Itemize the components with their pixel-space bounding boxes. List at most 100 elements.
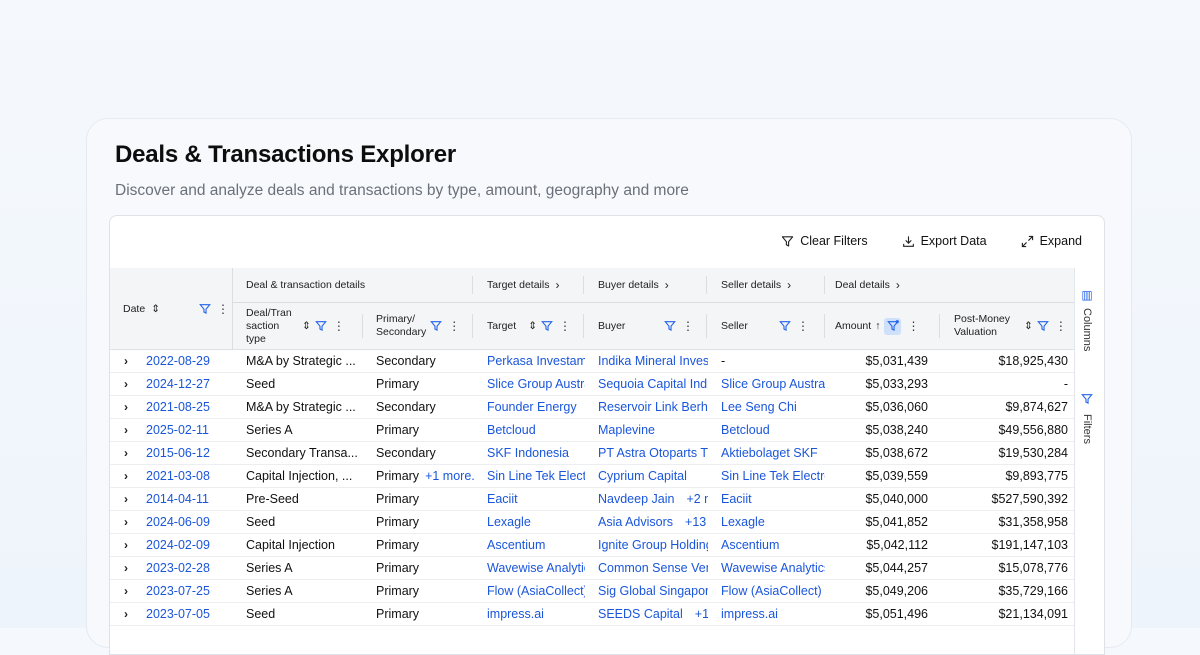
table-row[interactable]: › 2023-02-28 Series A Primary Wavewise Analy…: [110, 557, 1076, 580]
filter-icon[interactable]: [199, 303, 211, 315]
table-row[interactable]: › 2023-07-25 Series A Primary Flow (AsiaColl…: [110, 580, 1076, 603]
cell-seller[interactable]: Eaciit: [721, 488, 825, 511]
filter-icon[interactable]: [430, 320, 443, 332]
table-row[interactable]: › 2021-03-08 Capital Injection, ... Primary…: [110, 465, 1076, 488]
group-seller-details[interactable]: Seller details ›: [721, 268, 791, 302]
filter-icon[interactable]: [314, 320, 327, 332]
cell-seller[interactable]: Flow (AsiaCollect): [721, 580, 825, 603]
expand-row-icon[interactable]: ›: [124, 442, 138, 465]
column-menu-icon[interactable]: ⋮: [333, 319, 345, 333]
table-row[interactable]: › 2024-02-09 Capital Injection Primary Ascen…: [110, 534, 1076, 557]
expand-row-icon[interactable]: ›: [124, 603, 138, 626]
filter-icon[interactable]: [779, 320, 791, 332]
column-menu-icon[interactable]: ⋮: [797, 319, 809, 333]
column-menu-icon[interactable]: ⋮: [217, 302, 229, 316]
column-menu-icon[interactable]: ⋮: [448, 319, 460, 333]
buyer-link[interactable]: Navdeep Jain: [598, 492, 674, 506]
column-primary-secondary[interactable]: Primary/ Secondary ⋮: [376, 302, 460, 350]
table-row[interactable]: › 2021-08-25 M&A by Strategic ... Secondary…: [110, 396, 1076, 419]
filter-active-icon[interactable]: [884, 317, 902, 335]
column-menu-icon[interactable]: ⋮: [682, 319, 694, 333]
expand-button[interactable]: Expand: [1021, 234, 1082, 248]
cell-target[interactable]: Sin Line Tek Electr: [487, 465, 585, 488]
cell-target[interactable]: Ascentium: [487, 534, 585, 557]
buyer-link[interactable]: Cyprium Capital: [598, 469, 687, 483]
column-target[interactable]: Target ⇕ ⋮: [487, 302, 571, 350]
expand-row-icon[interactable]: ›: [124, 580, 138, 603]
buyer-link[interactable]: Sig Global Singapore: [598, 584, 708, 598]
buyer-link[interactable]: Common Sense Vent: [598, 561, 708, 575]
filter-icon[interactable]: [664, 320, 676, 332]
expand-row-icon[interactable]: ›: [124, 511, 138, 534]
column-menu-icon[interactable]: ⋮: [907, 319, 919, 333]
table-row[interactable]: › 2023-07-05 Seed Primary impress.ai SEEDS Ca…: [110, 603, 1076, 626]
expand-row-icon[interactable]: ›: [124, 373, 138, 396]
table-row[interactable]: › 2015-06-12 Secondary Transa... Secondary S…: [110, 442, 1076, 465]
cell-seller[interactable]: Aktiebolaget SKF: [721, 442, 825, 465]
buyer-link[interactable]: Ignite Group Holdings: [598, 538, 708, 552]
cell-seller[interactable]: Slice Group Austral: [721, 373, 825, 396]
cell-seller[interactable]: Lexagle: [721, 511, 825, 534]
buyer-link[interactable]: Indika Mineral Investi: [598, 354, 708, 368]
buyer-link[interactable]: Maplevine: [598, 423, 655, 437]
group-deal-info[interactable]: Deal details ›: [835, 268, 900, 302]
filter-icon[interactable]: [1036, 320, 1049, 332]
column-buyer[interactable]: Buyer ⋮: [598, 302, 694, 350]
columns-panel-toggle[interactable]: ▥ Columns: [1081, 288, 1093, 351]
cell-target[interactable]: Lexagle: [487, 511, 585, 534]
sort-icon[interactable]: ⇕: [528, 320, 537, 333]
expand-row-icon[interactable]: ›: [124, 557, 138, 580]
cell-seller[interactable]: Ascentium: [721, 534, 825, 557]
expand-row-icon[interactable]: ›: [124, 488, 138, 511]
cell-seller[interactable]: impress.ai: [721, 603, 825, 626]
clear-filters-button[interactable]: Clear Filters: [781, 234, 868, 248]
table-row[interactable]: › 2014-04-11 Pre-Seed Primary Eaciit Navdeep …: [110, 488, 1076, 511]
column-amount[interactable]: Amount ↑ ⋮: [835, 302, 928, 350]
column-menu-icon[interactable]: ⋮: [559, 319, 571, 333]
cell-target[interactable]: Betcloud: [487, 419, 585, 442]
cell-target[interactable]: Eaciit: [487, 488, 585, 511]
sort-icon[interactable]: ⇕: [302, 320, 311, 333]
table-row[interactable]: › 2024-06-09 Seed Primary Lexagle Asia Adviso…: [110, 511, 1076, 534]
cell-target[interactable]: Perkasa Investama: [487, 350, 585, 373]
cell-seller[interactable]: Betcloud: [721, 419, 825, 442]
cell-seller[interactable]: Wavewise Analytics: [721, 557, 825, 580]
column-type[interactable]: Deal/Tran saction type ⇕ ⋮: [246, 302, 350, 350]
cell-target[interactable]: Founder Energy: [487, 396, 585, 419]
more-link[interactable]: +1 more...: [425, 469, 474, 483]
expand-row-icon[interactable]: ›: [124, 350, 138, 373]
expand-row-icon[interactable]: ›: [124, 419, 138, 442]
cell-target[interactable]: impress.ai: [487, 603, 585, 626]
table-row[interactable]: › 2024-12-27 Seed Primary Slice Group Austra…: [110, 373, 1076, 396]
group-deal-details[interactable]: Deal & transaction details: [246, 268, 365, 302]
buyer-link[interactable]: Sequoia Capital India: [598, 377, 708, 391]
export-data-button[interactable]: Export Data: [902, 234, 987, 248]
cell-target[interactable]: Flow (AsiaCollect): [487, 580, 585, 603]
expand-row-icon[interactable]: ›: [124, 534, 138, 557]
cell-target[interactable]: Wavewise Analytic: [487, 557, 585, 580]
filters-panel-toggle[interactable]: Filters: [1081, 393, 1093, 444]
sort-icon[interactable]: ⇕: [151, 303, 160, 316]
sort-icon[interactable]: ⇕: [1024, 320, 1033, 333]
buyer-link[interactable]: Asia Advisors: [598, 515, 673, 529]
buyer-link[interactable]: PT Astra Otoparts Tb: [598, 446, 708, 460]
more-link[interactable]: +2 m: [686, 492, 708, 506]
cell-seller[interactable]: Lee Seng Chi: [721, 396, 825, 419]
filter-icon[interactable]: [541, 320, 553, 332]
buyer-link[interactable]: Reservoir Link Berha: [598, 400, 708, 414]
arrow-up-icon[interactable]: ↑: [875, 320, 880, 333]
cell-seller[interactable]: Sin Line Tek Electro: [721, 465, 825, 488]
cell-target[interactable]: Slice Group Austra: [487, 373, 585, 396]
column-seller[interactable]: Seller ⋮: [721, 302, 809, 350]
column-post-money[interactable]: Post-Money Valuation ⇕ ⋮: [954, 302, 1070, 350]
group-target-details[interactable]: Target details ›: [487, 268, 559, 302]
group-buyer-details[interactable]: Buyer details ›: [598, 268, 669, 302]
expand-row-icon[interactable]: ›: [124, 465, 138, 488]
more-link[interactable]: +13 m: [685, 515, 708, 529]
column-menu-icon[interactable]: ⋮: [1055, 319, 1067, 333]
expand-row-icon[interactable]: ›: [124, 396, 138, 419]
more-link[interactable]: +18: [695, 607, 708, 621]
table-row[interactable]: › 2022-08-29 M&A by Strategic ... Secondary…: [110, 350, 1076, 373]
table-row[interactable]: › 2025-02-11 Series A Primary Betcloud Maplev…: [110, 419, 1076, 442]
cell-target[interactable]: SKF Indonesia: [487, 442, 585, 465]
